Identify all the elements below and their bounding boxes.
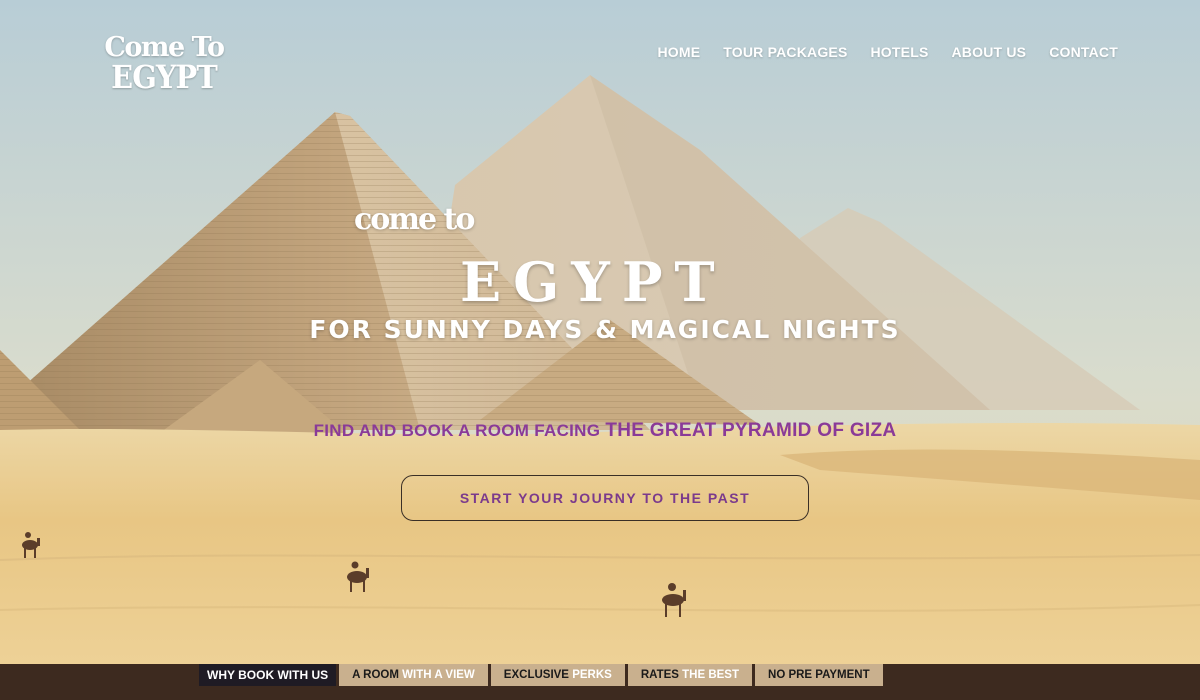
hero-small-title: come to	[354, 202, 475, 237]
hero-main-title: EGYPT	[460, 250, 727, 314]
hero-background-image	[0, 0, 1200, 700]
site-logo[interactable]: Come To EGYPT	[84, 34, 244, 93]
feature-text: NO PRE PAYMENT	[768, 669, 870, 681]
pyramids-scene	[0, 0, 1200, 700]
feature-exclusive-perks[interactable]: EXCLUSIVE PERKS	[490, 664, 625, 686]
feature-no-prepayment[interactable]: NO PRE PAYMENT	[755, 664, 883, 686]
why-book-label: WHY BOOK WITH US	[199, 664, 337, 686]
bottom-features: WHY BOOK WITH US A ROOM WITH A VIEW EXCL…	[199, 664, 886, 686]
feature-text: RATES	[640, 669, 679, 681]
start-journey-button[interactable]: START YOUR JOURNY TO THE PAST	[401, 475, 809, 521]
logo-line-1: Come To	[104, 32, 225, 63]
nav-about-us[interactable]: ABOUT US	[951, 44, 1026, 60]
feature-room-view[interactable]: A ROOM WITH A VIEW	[339, 664, 488, 686]
feature-text: EXCLUSIVE	[503, 669, 569, 681]
nav-contact[interactable]: CONTACT	[1049, 44, 1118, 60]
feature-best-rates[interactable]: RATES THE BEST	[627, 664, 753, 686]
nav-tour-packages[interactable]: TOUR PACKAGES	[723, 44, 847, 60]
feature-highlight: PERKS	[572, 669, 612, 681]
hero-find-highlight: THE GREAT PYRAMID OF GIZA	[605, 420, 897, 441]
feature-highlight: THE BEST	[682, 669, 740, 681]
logo-line-2: EGYPT	[111, 58, 218, 96]
hero-tagline: FOR SUNNY DAYS & MAGICAL NIGHTS	[309, 315, 901, 344]
nav-hotels[interactable]: HOTELS	[871, 44, 929, 60]
nav-home[interactable]: HOME	[657, 44, 700, 60]
feature-highlight: WITH A VIEW	[402, 669, 475, 681]
main-nav: HOME TOUR PACKAGES HOTELS ABOUT US CONTA…	[657, 44, 1118, 60]
hero-find-line: FIND AND BOOK A ROOM FACING THE GREAT PY…	[0, 420, 1200, 442]
feature-text: A ROOM	[352, 669, 399, 681]
hero-find-prefix: FIND AND BOOK A ROOM FACING	[313, 421, 601, 440]
